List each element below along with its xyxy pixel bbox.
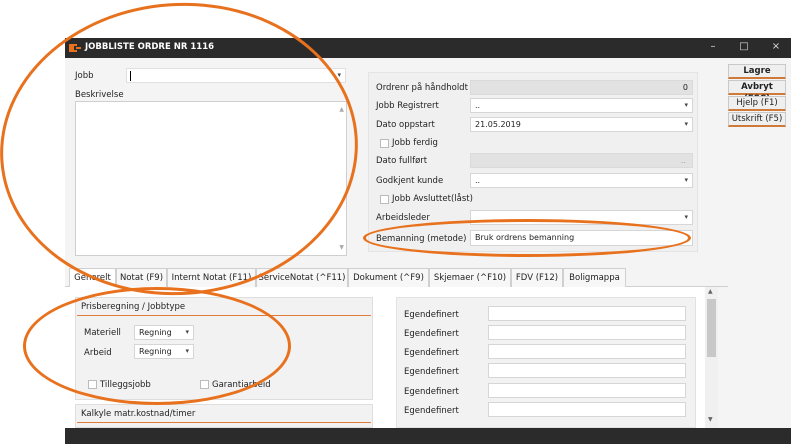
chevron-down-icon[interactable]: ▾ [684, 174, 688, 187]
egendefinert-label-3: Egendefinert [404, 348, 459, 358]
egendefinert-input-2[interactable] [488, 325, 686, 340]
chevron-down-icon[interactable]: ▾ [684, 118, 688, 131]
egendefinert-label-6: Egendefinert [404, 406, 459, 416]
avbryt-button[interactable]: Avbryt (ESC) [728, 80, 786, 104]
dato-fullfort-field: .. [470, 153, 693, 168]
tab-generelt[interactable]: Generelt [69, 268, 116, 287]
egendefinert-input-5[interactable] [488, 383, 686, 398]
egendefinert-label-5: Egendefinert [404, 387, 459, 397]
app-logo-icon [69, 44, 81, 52]
godkjent-kunde-label: Godkjent kunde [376, 176, 444, 186]
tilleggsjobb-checkbox[interactable] [88, 380, 97, 389]
tilleggsjobb-label: Tilleggsjobb [100, 380, 151, 390]
egendefinert-input-3[interactable] [488, 344, 686, 359]
scrollbar-thumb[interactable] [707, 299, 716, 357]
tab-notat[interactable]: Notat (F9) [116, 268, 167, 287]
close-button[interactable]: × [768, 41, 784, 52]
chevron-down-icon[interactable]: ▾ [185, 345, 189, 358]
prisberegning-separator [77, 315, 371, 316]
jobb-avsluttet-checkbox[interactable] [380, 195, 389, 204]
dato-fullfort-label: Dato fullført [376, 156, 428, 166]
arbeid-select[interactable]: Regning ▾ [134, 344, 194, 359]
bemanning-field[interactable]: Bruk ordrens bemanning [470, 230, 693, 246]
window-titlebar: JOBBLISTE ORDRE NR 1116 – □ × [65, 38, 791, 58]
scroll-up-icon[interactable]: ▲ [339, 103, 344, 116]
godkjent-kunde-select[interactable]: .. ▾ [470, 173, 693, 188]
chevron-down-icon[interactable]: ▾ [337, 69, 341, 82]
scrollbar[interactable]: ▲ ▼ [705, 287, 718, 428]
tab-servicenotat[interactable]: ServiceNotat (^F11) [256, 268, 348, 287]
ordrenr-label: Ordrenr på håndholdt [376, 83, 468, 93]
beskrivelse-textarea[interactable]: ▲ ▼ [75, 101, 347, 256]
jobb-label: Jobb [75, 71, 94, 81]
jobb-registrert-select[interactable]: .. ▾ [470, 98, 693, 113]
egendefinert-label-2: Egendefinert [404, 329, 459, 339]
window-title: JOBBLISTE ORDRE NR 1116 [85, 42, 215, 52]
materiell-select[interactable]: Regning ▾ [134, 325, 194, 340]
jobb-ferdig-checkbox[interactable] [380, 139, 389, 148]
jobb-avsluttet-label: Jobb Avsluttet(låst) [392, 194, 473, 204]
egendefinert-label-1: Egendefinert [404, 310, 459, 320]
utskrift-button[interactable]: Utskrift (F5) [728, 112, 786, 127]
arbeidsleder-select[interactable]: ▾ [470, 210, 693, 225]
maximize-button[interactable]: □ [736, 41, 752, 52]
tab-fdv[interactable]: FDV (F12) [511, 268, 563, 287]
egendefinert-input-1[interactable] [488, 306, 686, 321]
egendefinert-input-6[interactable] [488, 402, 686, 417]
scroll-down-icon[interactable]: ▼ [339, 241, 344, 254]
egendefinert-label-4: Egendefinert [404, 367, 459, 377]
lagre-button[interactable]: Lagre [728, 64, 786, 79]
kalkyle-separator [77, 422, 371, 423]
beskrivelse-label: Beskrivelse [75, 90, 124, 100]
scroll-down-icon[interactable]: ▼ [708, 416, 713, 423]
chevron-down-icon[interactable]: ▾ [684, 211, 688, 224]
hjelp-button[interactable]: Hjelp (F1) [728, 96, 786, 111]
tab-skjemaer[interactable]: Skjemaer (^F10) [429, 268, 511, 287]
minimize-button[interactable]: – [705, 41, 721, 52]
dato-oppstart-label: Dato oppstart [376, 120, 435, 130]
ordrenr-field: 0 [470, 80, 693, 95]
tab-dokument[interactable]: Dokument (^F9) [348, 268, 429, 287]
arbeidsleder-label: Arbeidsleder [376, 213, 430, 223]
dato-oppstart-select[interactable]: 21.05.2019 ▾ [470, 117, 693, 132]
bemanning-label: Bemanning (metode) [376, 234, 467, 244]
egendefinert-input-4[interactable] [488, 363, 686, 378]
tab-boligmappa[interactable]: Boligmappa [563, 268, 626, 287]
materiell-label: Materiell [84, 328, 121, 338]
garantiarbeid-label: Garantiarbeid [212, 380, 271, 390]
status-bar [65, 428, 791, 444]
kalkyle-header: Kalkyle matr.kostnad/timer [81, 409, 196, 419]
action-panel: Lagre Avbryt (ESC) Hjelp (F1) Utskrift (… [728, 58, 791, 428]
chevron-down-icon[interactable]: ▾ [185, 326, 189, 339]
jobb-ferdig-label: Jobb ferdig [392, 138, 438, 148]
arbeid-label: Arbeid [84, 348, 112, 358]
chevron-down-icon[interactable]: ▾ [684, 99, 688, 112]
tab-internt-notat[interactable]: Internt Notat (F11) [167, 268, 256, 287]
garantiarbeid-checkbox[interactable] [200, 380, 209, 389]
jobb-registrert-label: Jobb Registrert [376, 101, 439, 111]
prisberegning-header: Prisberegning / Jobbtype [81, 302, 186, 312]
jobb-input[interactable]: ▾ [126, 68, 346, 83]
scroll-up-icon[interactable]: ▲ [708, 288, 713, 295]
